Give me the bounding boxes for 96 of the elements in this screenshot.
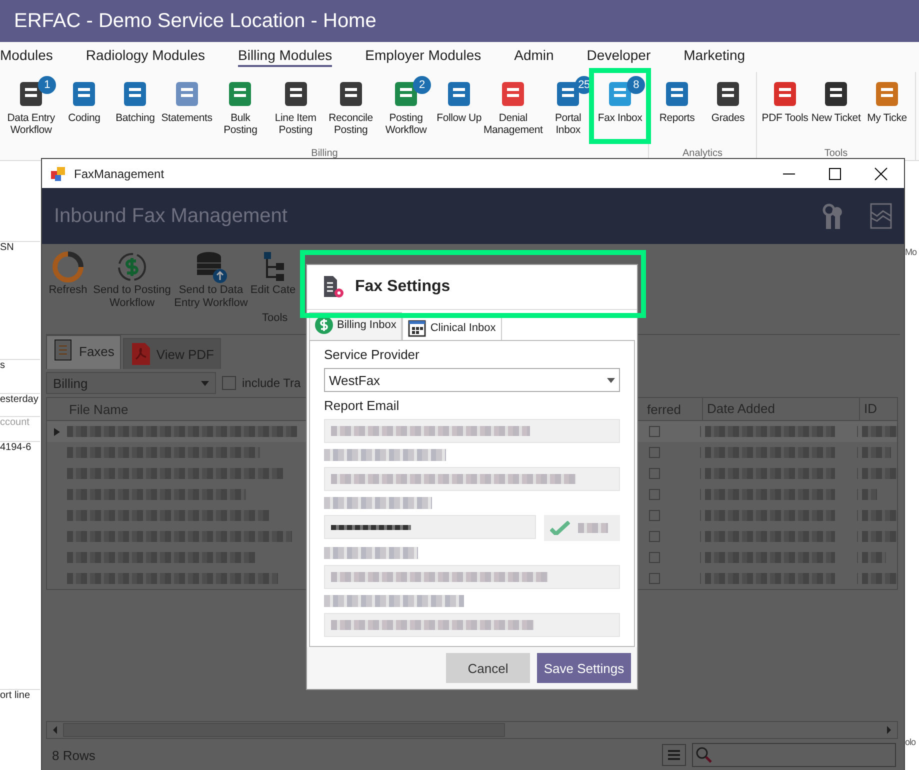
blurred-button[interactable]	[544, 515, 620, 541]
menu-tab[interactable]: Modules	[0, 47, 53, 67]
ribbon-button[interactable]: Coding	[59, 72, 110, 136]
count-badge: 2	[413, 76, 431, 94]
group-label: Analytics	[682, 148, 722, 160]
blurred-text	[862, 573, 897, 584]
checkbox[interactable]	[649, 573, 660, 584]
background-text: SN	[0, 241, 40, 253]
blurred-text	[862, 447, 891, 458]
blurred-field[interactable]	[324, 467, 620, 491]
ribbon-button[interactable]: Bulk Posting	[213, 72, 268, 136]
row-count: 8 Rows	[52, 748, 96, 762]
menu-tab[interactable]: Employer Modules	[365, 47, 482, 67]
ribbon-button[interactable]: Denial Management	[485, 72, 542, 136]
dollar-cycle-icon	[115, 250, 149, 284]
save-button[interactable]: Save Settings	[537, 653, 631, 683]
ribbon-button[interactable]: PDF Tools	[760, 72, 810, 124]
refresh-icon	[51, 250, 85, 284]
checkbox[interactable]	[222, 376, 236, 390]
blurred-field[interactable]	[324, 419, 620, 443]
ribbon-button[interactable]: New Ticket	[811, 72, 861, 124]
count-badge: 1	[38, 76, 56, 94]
scroll-right-icon[interactable]	[885, 725, 893, 735]
checkbox[interactable]	[649, 489, 660, 500]
background-text: 4194-6	[0, 441, 40, 453]
background-text: esterday	[0, 393, 40, 405]
checkbox[interactable]	[649, 531, 660, 542]
blurred-text	[862, 552, 886, 563]
document-gear-icon	[323, 275, 345, 299]
ribbon-button[interactable]: 2 Posting Workflow	[378, 72, 434, 136]
caret-icon	[607, 378, 615, 382]
tab[interactable]: Faxes	[46, 335, 122, 369]
blurred-text	[862, 426, 897, 437]
search-field[interactable]	[692, 743, 896, 767]
ribbon-button[interactable]: Statements	[161, 72, 212, 136]
checkbox[interactable]	[649, 468, 660, 479]
ribbon-button[interactable]: Grades	[703, 72, 753, 124]
calendar-icon	[408, 319, 426, 337]
check-icon	[550, 521, 570, 535]
blurred-field[interactable]	[324, 613, 620, 637]
database-icon	[194, 250, 228, 284]
maximize-icon[interactable]	[828, 166, 842, 180]
checkbox[interactable]	[649, 426, 660, 437]
menu-tab[interactable]: Billing Modules	[238, 47, 332, 67]
blurred-text	[862, 489, 877, 500]
horizontal-scrollbar[interactable]	[46, 721, 898, 739]
app-icon	[50, 166, 66, 182]
close-icon[interactable]	[874, 166, 888, 180]
background-text: ort line	[0, 689, 40, 701]
blurred-text	[862, 510, 897, 521]
scroll-left-icon[interactable]	[51, 725, 59, 735]
password-field[interactable]	[324, 515, 536, 539]
menu-tab[interactable]: Admin	[514, 47, 554, 67]
checkbox[interactable]	[649, 552, 660, 563]
document-icon[interactable]	[870, 203, 892, 229]
checkbox-label: include Tra	[242, 376, 301, 390]
group-label: Tools	[262, 312, 289, 324]
ribbon-button[interactable]: 25 Portal Inbox	[542, 72, 594, 136]
count-badge: 8	[627, 76, 646, 94]
ribbon-button[interactable]: Follow Up	[434, 72, 484, 136]
cancel-button[interactable]: Cancel	[446, 653, 530, 683]
ribbon-button[interactable]: 1 Data Entry Workflow	[4, 72, 58, 136]
search-icon	[695, 746, 713, 764]
window-title: ERFAC - Demo Service Location - Home	[0, 0, 919, 42]
field-label: Report Email	[324, 398, 400, 413]
row-pointer-icon	[54, 428, 60, 436]
provider-dropdown[interactable]: WestFax	[324, 368, 620, 392]
ribbon-button[interactable]: Reconcile Posting	[324, 72, 378, 136]
background-text: olo	[905, 737, 916, 747]
menu-tab[interactable]: Marketing	[684, 47, 746, 67]
menu-tab[interactable]: Developer	[586, 47, 651, 67]
page-heading: Inbound Fax Management	[54, 204, 288, 228]
menu-button[interactable]	[662, 744, 686, 766]
pdf-icon	[130, 342, 152, 366]
menu-tab[interactable]: Radiology Modules	[86, 47, 205, 67]
blurred-field[interactable]	[324, 565, 620, 589]
menu-icon	[667, 749, 681, 761]
group-label: Billing	[311, 148, 338, 160]
window-title: FaxManagement	[74, 166, 164, 180]
ribbon-button[interactable]: Batching	[110, 72, 160, 136]
group-label: Tools	[824, 148, 848, 160]
ribbon-button[interactable]: My Ticke	[862, 72, 912, 124]
checkbox[interactable]	[649, 510, 660, 521]
background-text: s	[0, 359, 40, 371]
background-text: ccount	[0, 416, 40, 428]
dollar-icon	[315, 316, 333, 334]
checkbox[interactable]	[649, 447, 660, 458]
ribbon-button[interactable]: Line Item Posting	[268, 72, 323, 136]
ribbon-button[interactable]: Reports	[652, 72, 702, 124]
dialog-title: Fax Settings	[355, 278, 450, 296]
caret-icon	[201, 380, 209, 386]
blurred-text	[862, 468, 897, 479]
ribbon-button[interactable]: 8 Fax Inbox	[595, 72, 646, 136]
background-text: Mo	[905, 247, 917, 257]
field-label: Service Provider	[324, 347, 420, 362]
blurred-text	[862, 531, 897, 542]
